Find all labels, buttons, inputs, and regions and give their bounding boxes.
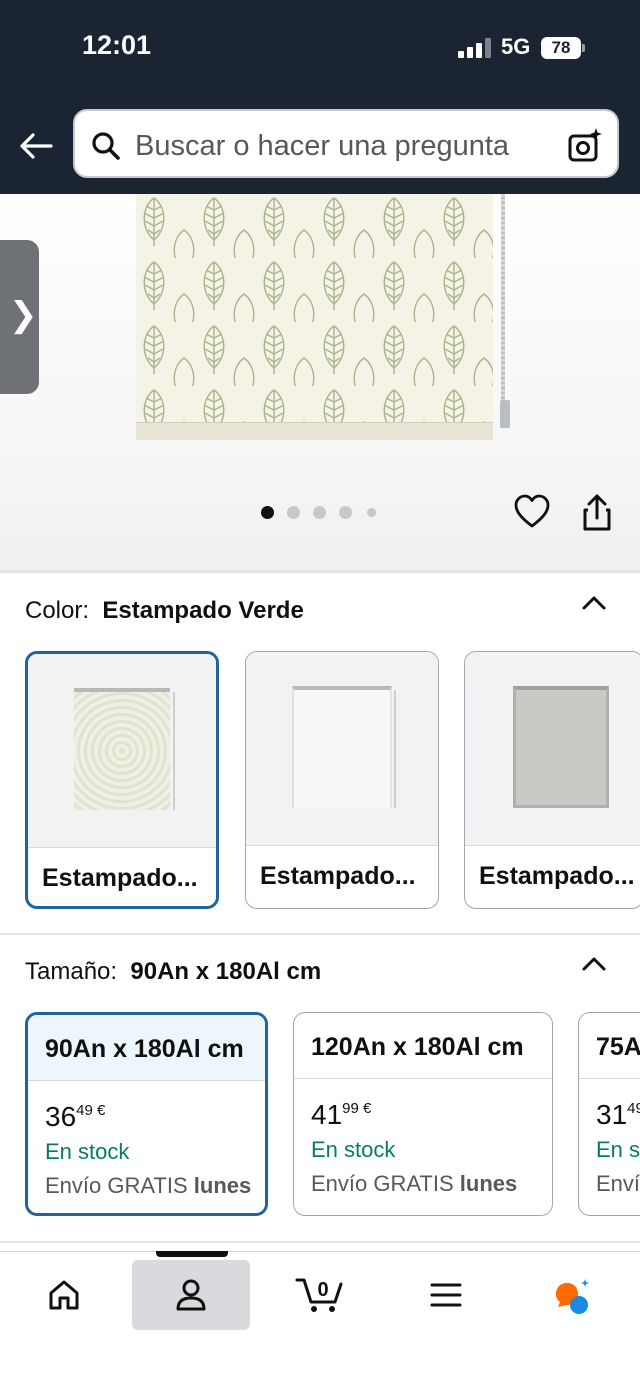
color-section-heading: Color: Estampado Verde	[25, 597, 304, 625]
section-divider	[0, 570, 640, 573]
cart-count: 0	[317, 1279, 328, 1301]
gallery-dot-5[interactable]	[367, 508, 376, 517]
chevron-right-icon: ❯	[9, 296, 38, 334]
size-option-2[interactable]: 120An x 180Al cm 4199 € En stock Envío G…	[293, 1012, 553, 1216]
mini-cord	[173, 692, 175, 810]
gallery-dots	[258, 506, 388, 520]
search-placeholder: Buscar o hacer una pregunta	[135, 130, 510, 162]
section-divider	[0, 1241, 640, 1243]
mini-blind-image	[513, 686, 609, 808]
color-option-3[interactable]: Estampado...	[464, 651, 640, 909]
shipping-info: Envío GRATIS lunes	[311, 1171, 517, 1197]
color-option-label: Estampado...	[260, 862, 416, 890]
shipping-info: Envío GRATIS lunes	[596, 1171, 640, 1197]
size-option-title: 90An x 180Al cm	[45, 1035, 244, 1063]
search-icon	[92, 132, 120, 160]
blind-cord	[501, 194, 505, 402]
price-whole: 36	[45, 1101, 77, 1132]
stock-status: En stock	[45, 1139, 130, 1164]
chevron-up-icon[interactable]	[580, 593, 608, 613]
app-header: 12:01 5G 78 Buscar o hacer una pregunta	[0, 0, 640, 194]
shipping-prefix: Envío GRATIS	[596, 1171, 640, 1196]
nav-menu[interactable]	[387, 1260, 505, 1330]
search-bar[interactable]: Buscar o hacer una pregunta	[73, 109, 619, 178]
price: 3649 €	[45, 1101, 105, 1133]
price-whole: 31	[596, 1099, 628, 1130]
blind-bottom-bar	[136, 422, 493, 440]
product-image	[136, 194, 493, 440]
color-value: Estampado Verde	[102, 597, 304, 624]
size-section-heading: Tamaño: 90An x 180Al cm	[25, 958, 321, 986]
price-fraction: 49 €	[76, 1102, 106, 1119]
shipping-info: Envío GRATIS lunes	[45, 1173, 251, 1199]
gallery-dot-2[interactable]	[287, 506, 300, 519]
price: 4199 €	[311, 1099, 371, 1131]
profile-icon	[176, 1279, 206, 1311]
product-image-gallery[interactable]	[0, 194, 640, 570]
color-thumbnail	[28, 654, 216, 847]
side-panel-handle[interactable]: ❯	[0, 240, 39, 394]
card-separator	[28, 847, 216, 848]
color-thumbnail	[465, 652, 640, 845]
cart-icon: 0	[295, 1278, 343, 1312]
cord-weight	[500, 400, 510, 428]
signal-icon	[458, 38, 492, 58]
section-divider	[0, 933, 640, 935]
color-option-1[interactable]: Estampado...	[25, 651, 219, 909]
network-type: 5G	[501, 34, 531, 59]
size-label: Tamaño:	[25, 958, 118, 985]
size-option-3[interactable]: 75An x 180Al cm 3149 € En stock Envío GR…	[578, 1012, 640, 1216]
rufus-assistant-icon	[556, 1279, 589, 1314]
shipping-prefix: Envío GRATIS	[311, 1171, 454, 1196]
camera-search-icon[interactable]	[567, 127, 603, 163]
nav-home[interactable]	[5, 1260, 123, 1330]
color-option-label: Estampado...	[479, 862, 635, 890]
status-time: 12:01	[82, 30, 152, 60]
size-option-header: 75An x 180Al cm	[579, 1013, 640, 1079]
size-value: 90An x 180Al cm	[130, 958, 322, 985]
color-option-2[interactable]: Estampado...	[245, 651, 439, 909]
nav-cart[interactable]: 0	[261, 1260, 379, 1330]
mini-blind-image	[74, 688, 170, 810]
price-fraction: 49 €	[627, 1100, 640, 1117]
mini-blind-image	[292, 686, 392, 808]
price-fraction: 99 €	[342, 1100, 372, 1117]
nav-active-indicator	[156, 1251, 228, 1257]
nav-rufus[interactable]	[515, 1260, 633, 1330]
color-label: Color:	[25, 597, 90, 624]
color-thumbnail	[246, 652, 438, 845]
menu-icon	[430, 1283, 462, 1307]
price: 3149 €	[596, 1099, 640, 1131]
shipping-day: lunes	[459, 1171, 518, 1196]
back-arrow-icon[interactable]	[18, 128, 54, 164]
mini-cord	[394, 690, 396, 808]
share-icon[interactable]	[580, 494, 614, 532]
size-option-title: 75An x 180Al cm	[596, 1033, 640, 1061]
price-whole: 41	[311, 1099, 343, 1130]
gallery-dot-1[interactable]	[261, 506, 274, 519]
color-option-label: Estampado...	[42, 864, 198, 892]
chevron-up-icon[interactable]	[580, 954, 608, 974]
stock-status: En stock	[311, 1137, 396, 1162]
nav-profile[interactable]	[132, 1260, 250, 1330]
home-icon	[49, 1280, 79, 1310]
bottom-navigation: 0	[0, 1251, 640, 1387]
leaf-pattern	[136, 194, 493, 440]
battery-tip	[582, 44, 585, 52]
size-option-header: 90An x 180Al cm	[28, 1015, 265, 1081]
stock-status: En stock	[596, 1137, 640, 1162]
size-option-1[interactable]: 90An x 180Al cm 3649 € En stock Envío GR…	[25, 1012, 268, 1216]
gallery-dot-4[interactable]	[339, 506, 352, 519]
shipping-day: lunes	[193, 1173, 252, 1198]
card-separator	[246, 845, 438, 846]
gallery-dot-3[interactable]	[313, 506, 326, 519]
size-option-title: 120An x 180Al cm	[311, 1033, 524, 1061]
shipping-prefix: Envío GRATIS	[45, 1173, 188, 1198]
heart-icon[interactable]	[514, 494, 550, 530]
card-separator	[465, 845, 640, 846]
battery-icon: 78	[541, 37, 581, 59]
size-option-header: 120An x 180Al cm	[294, 1013, 552, 1079]
